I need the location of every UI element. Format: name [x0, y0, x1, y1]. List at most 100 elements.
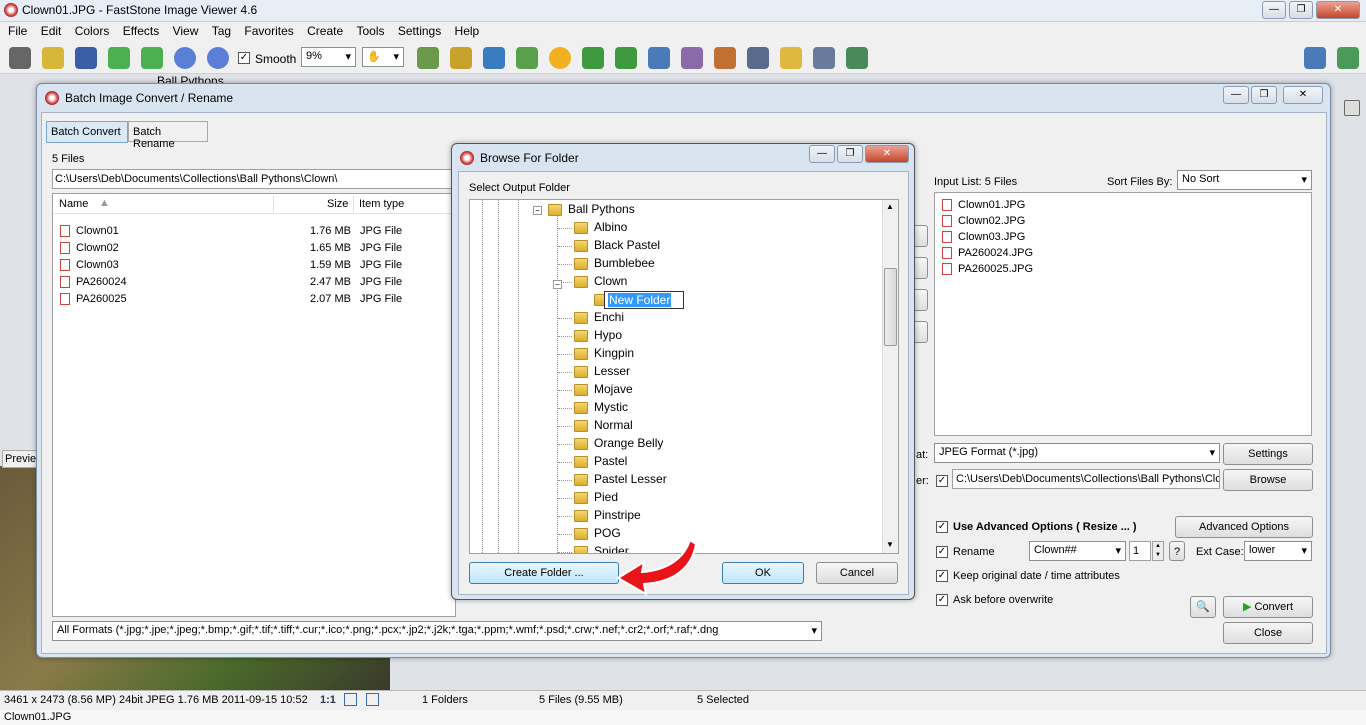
create-folder-button[interactable]: Create Folder ...: [469, 562, 619, 584]
tool-icon-1[interactable]: [417, 47, 439, 69]
actual-size-icon[interactable]: [366, 693, 379, 706]
rename-pattern-select[interactable]: Clown##: [1029, 541, 1126, 561]
file-row[interactable]: Clown02 1.65 MB JPG File: [58, 240, 438, 257]
tree-item-folder[interactable]: Orange Belly: [594, 436, 663, 454]
output-checkbox[interactable]: ✓: [936, 475, 948, 487]
file-row[interactable]: PA260024 2.47 MB JPG File: [58, 274, 438, 291]
tree-item-folder[interactable]: Lesser: [594, 364, 630, 382]
batch-close-icon[interactable]: ✕: [1283, 86, 1323, 104]
tree-item-parent[interactable]: Ball Pythons: [568, 202, 635, 220]
save-icon[interactable]: [75, 47, 97, 69]
use-advanced-checkbox[interactable]: ✓: [936, 521, 948, 533]
trash-icon[interactable]: [1344, 100, 1360, 116]
open-folder-icon[interactable]: [42, 47, 64, 69]
input-list-item[interactable]: Clown01.JPG: [940, 197, 1140, 214]
tool-icon-4[interactable]: [516, 47, 538, 69]
menu-tag[interactable]: Tag: [207, 22, 236, 40]
scroll-down-icon[interactable]: ▼: [886, 540, 894, 549]
menu-view[interactable]: View: [168, 22, 204, 40]
advanced-options-button[interactable]: Advanced Options: [1175, 516, 1313, 538]
tree-item-folder[interactable]: Hypo: [594, 328, 622, 346]
tree-item-folder[interactable]: Bumblebee: [594, 256, 655, 274]
menu-help[interactable]: Help: [450, 22, 485, 40]
rename-checkbox[interactable]: ✓: [936, 546, 948, 558]
menu-tools[interactable]: Tools: [351, 22, 389, 40]
tool-icon-10[interactable]: [714, 47, 736, 69]
batch-restore-button[interactable]: ❐: [1251, 86, 1277, 104]
rename-spinner[interactable]: ▲ ▼: [1152, 541, 1164, 561]
tree-item-folder[interactable]: Pastel Lesser: [594, 472, 667, 490]
menu-edit[interactable]: Edit: [36, 22, 67, 40]
tree-item-folder[interactable]: Black Pastel: [594, 238, 660, 256]
tree-item-folder[interactable]: Enchi: [594, 310, 624, 328]
browse-restore-button[interactable]: ❐: [837, 145, 863, 163]
rename-start-field[interactable]: 1: [1129, 541, 1151, 561]
col-size[interactable]: Size: [327, 198, 348, 210]
menu-favorites[interactable]: Favorites: [239, 22, 298, 40]
new-folder-name-input[interactable]: New Folder: [604, 291, 684, 309]
tree-scrollbar[interactable]: ▲ ▼: [882, 200, 898, 553]
format-select[interactable]: JPEG Format (*.jpg): [934, 443, 1220, 463]
zoom-in-icon[interactable]: [174, 47, 196, 69]
email-icon[interactable]: [780, 47, 802, 69]
tree-item-folder[interactable]: Clown: [594, 274, 627, 292]
sort-select[interactable]: No Sort: [1177, 170, 1312, 190]
formats-filter[interactable]: All Formats (*.jpg;*.jpe;*.jpeg;*.bmp;*.…: [52, 621, 822, 641]
restore-button[interactable]: ❐: [1289, 1, 1313, 19]
prev-icon[interactable]: [108, 47, 130, 69]
zoom-out-icon[interactable]: [207, 47, 229, 69]
preview-tab[interactable]: Previe: [2, 450, 40, 468]
keep-date-checkbox[interactable]: ✓: [936, 570, 948, 582]
tool-icon-11[interactable]: [747, 47, 769, 69]
next-icon[interactable]: [141, 47, 163, 69]
output-path-field[interactable]: C:\Users\Deb\Documents\Collections\Ball …: [952, 469, 1220, 489]
settings-button[interactable]: Settings: [1223, 443, 1313, 465]
input-list-item[interactable]: PA260025.JPG: [940, 261, 1140, 278]
tree-item-folder[interactable]: Mystic: [594, 400, 628, 418]
tree-item-folder[interactable]: Pied: [594, 490, 618, 508]
close-button[interactable]: Close: [1223, 622, 1313, 644]
layout-icon[interactable]: [1304, 47, 1326, 69]
menu-effects[interactable]: Effects: [118, 22, 164, 40]
print-icon[interactable]: [813, 47, 835, 69]
tree-item-folder[interactable]: Mojave: [594, 382, 633, 400]
tab-batch-convert[interactable]: Batch Convert: [46, 121, 128, 143]
input-list-item[interactable]: PA260024.JPG: [940, 245, 1140, 262]
camera-icon[interactable]: [9, 47, 31, 69]
close-icon[interactable]: ✕: [1316, 1, 1360, 19]
tool-icon-8[interactable]: [648, 47, 670, 69]
tree-item-folder[interactable]: Pastel: [594, 454, 627, 472]
scroll-thumb[interactable]: [884, 268, 897, 346]
menu-create[interactable]: Create: [302, 22, 348, 40]
fullscreen-icon[interactable]: [1337, 47, 1359, 69]
tree-item-folder[interactable]: Pinstripe: [594, 508, 641, 526]
folder-tree[interactable]: − Ball Pythons Albino Black Pastel Bumbleb…: [469, 199, 899, 554]
tool-icon-9[interactable]: [681, 47, 703, 69]
ask-overwrite-checkbox[interactable]: ✓: [936, 594, 948, 606]
ext-case-select[interactable]: lower: [1244, 541, 1312, 561]
sun-icon[interactable]: [549, 47, 571, 69]
browse-minimize-button[interactable]: —: [809, 145, 835, 163]
col-type[interactable]: Item type: [359, 198, 404, 210]
tree-item-folder[interactable]: Kingpin: [594, 346, 634, 364]
rotate-right-icon[interactable]: [615, 47, 637, 69]
smooth-checkbox[interactable]: ✓: [238, 52, 250, 64]
tree-item-folder[interactable]: Normal: [594, 418, 633, 436]
menu-settings[interactable]: Settings: [393, 22, 446, 40]
file-row[interactable]: Clown01 1.76 MB JPG File: [58, 223, 438, 240]
tool-icon-2[interactable]: [450, 47, 472, 69]
fit-icon[interactable]: [344, 693, 357, 706]
scroll-up-icon[interactable]: ▲: [886, 202, 894, 211]
collapse-icon[interactable]: −: [553, 280, 562, 289]
tool-icon-14[interactable]: [846, 47, 868, 69]
menu-file[interactable]: File: [3, 22, 32, 40]
menu-colors[interactable]: Colors: [70, 22, 115, 40]
tab-batch-rename[interactable]: Batch Rename: [128, 121, 208, 150]
path-field[interactable]: C:\Users\Deb\Documents\Collections\Ball …: [52, 169, 456, 189]
hand-tool-select[interactable]: ✋: [362, 47, 404, 67]
preview-file-button[interactable]: 🔍: [1190, 596, 1216, 618]
input-list-item[interactable]: Clown03.JPG: [940, 229, 1140, 246]
tree-item-folder[interactable]: Albino: [594, 220, 627, 238]
file-row[interactable]: PA260025 2.07 MB JPG File: [58, 291, 438, 308]
tool-icon-3[interactable]: [483, 47, 505, 69]
